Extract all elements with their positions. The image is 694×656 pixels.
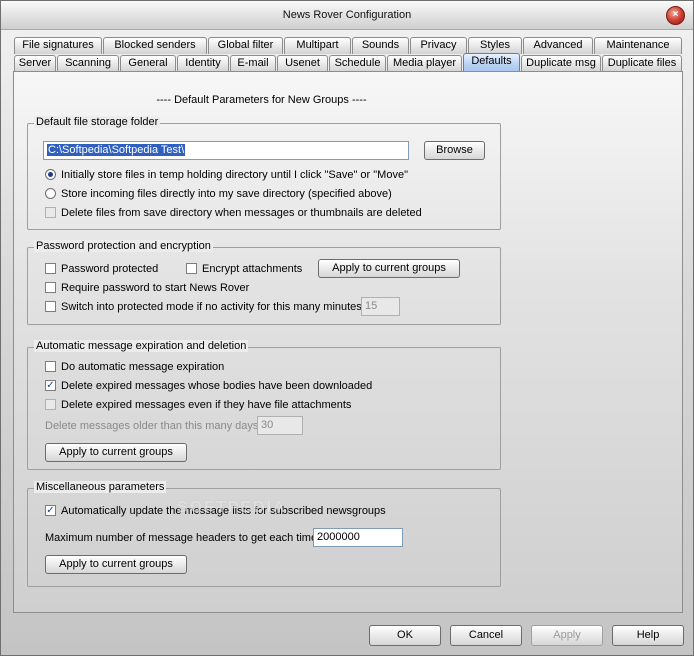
tab-identity[interactable]: Identity [177, 55, 229, 72]
browse-button[interactable]: Browse [424, 141, 485, 160]
older-than-row: Delete messages older than this many day… [45, 418, 265, 434]
tab-advanced[interactable]: Advanced [523, 37, 593, 54]
delete-attachments-label: Delete expired messages even if they hav… [61, 399, 352, 411]
password-group: Password protection and encryption Passw… [27, 240, 501, 325]
ok-button[interactable]: OK [369, 625, 441, 646]
title-bar: News Rover Configuration × [1, 1, 693, 30]
misc-apply-button[interactable]: Apply to current groups [45, 555, 187, 574]
switch-protected-option[interactable]: Switch into protected mode if no activit… [45, 299, 365, 315]
delete-attachments-option[interactable]: Delete expired messages even if they hav… [45, 397, 445, 413]
tab-sounds[interactable]: Sounds [352, 37, 409, 54]
max-headers-label: Maximum number of message headers to get… [45, 532, 321, 544]
auto-expire-checkbox[interactable] [45, 361, 56, 372]
storage-temp-option[interactable]: Initially store files in temp holding di… [45, 167, 485, 183]
switch-protected-checkbox[interactable] [45, 301, 56, 312]
auto-expire-option[interactable]: Do automatic message expiration [45, 359, 345, 375]
apply-button[interactable]: Apply [531, 625, 603, 646]
tab-defaults[interactable]: Defaults [463, 53, 520, 72]
storage-legend: Default file storage folder [34, 116, 161, 128]
tab-global-filter[interactable]: Global filter [208, 37, 283, 54]
auto-update-checkbox[interactable]: ✓ [45, 505, 56, 516]
max-headers-input[interactable]: 2000000 [313, 528, 403, 547]
password-protected-label: Password protected [61, 263, 159, 275]
tab-server[interactable]: Server [14, 55, 56, 72]
expiration-apply-button[interactable]: Apply to current groups [45, 443, 187, 462]
delete-attachments-checkbox[interactable] [45, 399, 56, 410]
days-input[interactable]: 30 [257, 416, 303, 435]
require-password-checkbox[interactable] [45, 282, 56, 293]
tab-duplicate-msg[interactable]: Duplicate msg [521, 55, 601, 72]
delete-expired-checkbox[interactable]: ✓ [45, 380, 56, 391]
direct-radio[interactable] [45, 188, 56, 199]
tab-schedule[interactable]: Schedule [329, 55, 386, 72]
tab-media-player[interactable]: Media player [387, 55, 462, 72]
tab-styles[interactable]: Styles [468, 37, 522, 54]
storage-delete-option[interactable]: Delete files from save directory when me… [45, 205, 485, 221]
close-icon[interactable]: × [666, 6, 685, 25]
encrypt-option[interactable]: Encrypt attachments [186, 261, 326, 277]
max-headers-row: Maximum number of message headers to get… [45, 530, 320, 546]
password-legend: Password protection and encryption [34, 240, 213, 252]
window-title: News Rover Configuration [282, 9, 412, 21]
tab-privacy[interactable]: Privacy [410, 37, 467, 54]
auto-expire-label: Do automatic message expiration [61, 361, 225, 373]
page-heading: ---- Default Parameters for New Groups -… [156, 94, 367, 106]
tab-multipart[interactable]: Multipart [284, 37, 351, 54]
delete-files-checkbox[interactable] [45, 207, 56, 218]
storage-direct-option[interactable]: Store incoming files directly into my sa… [45, 186, 485, 202]
tab-usenet[interactable]: Usenet [277, 55, 328, 72]
require-password-label: Require password to start News Rover [61, 282, 250, 294]
older-than-label: Delete messages older than this many day… [45, 420, 262, 432]
cancel-button[interactable]: Cancel [450, 625, 522, 646]
defaults-panel: ---- Default Parameters for New Groups -… [13, 71, 683, 613]
tab-blocked-senders[interactable]: Blocked senders [103, 37, 207, 54]
tab-maintenance[interactable]: Maintenance [594, 37, 682, 54]
password-protected-checkbox[interactable] [45, 263, 56, 274]
expiration-legend: Automatic message expiration and deletio… [34, 340, 249, 352]
help-button[interactable]: Help [612, 625, 684, 646]
config-window: News Rover Configuration × File signatur… [0, 0, 694, 656]
encrypt-checkbox[interactable] [186, 263, 197, 274]
expiration-group: Automatic message expiration and deletio… [27, 340, 501, 470]
tab-scanning[interactable]: Scanning [57, 55, 119, 72]
encrypt-label: Encrypt attachments [202, 263, 303, 275]
delete-expired-option[interactable]: ✓ Delete expired messages whose bodies h… [45, 378, 445, 394]
softpedia-watermark: SOFTPEDIA [177, 499, 287, 516]
temp-radio[interactable] [45, 169, 56, 180]
minutes-input[interactable]: 15 [361, 297, 400, 316]
temp-radio-label: Initially store files in temp holding di… [61, 169, 408, 181]
tab-general[interactable]: General [120, 55, 176, 72]
direct-radio-label: Store incoming files directly into my sa… [61, 188, 392, 200]
storage-folder-input[interactable]: C:\Softpedia\Softpedia Test\ [43, 141, 409, 160]
delete-files-label: Delete files from save directory when me… [61, 207, 422, 219]
tab-file-signatures[interactable]: File signatures [14, 37, 102, 54]
switch-protected-label: Switch into protected mode if no activit… [61, 301, 365, 313]
misc-legend: Miscellaneous parameters [34, 481, 167, 493]
tab-duplicate-files[interactable]: Duplicate files [602, 55, 682, 72]
delete-expired-label: Delete expired messages whose bodies hav… [61, 380, 373, 392]
storage-folder-value: C:\Softpedia\Softpedia Test\ [47, 144, 186, 156]
password-apply-button[interactable]: Apply to current groups [318, 259, 460, 278]
password-protected-option[interactable]: Password protected [45, 261, 185, 277]
require-password-option[interactable]: Require password to start News Rover [45, 280, 345, 296]
tab-e-mail[interactable]: E-mail [230, 55, 276, 72]
storage-group: Default file storage folder C:\Softpedia… [27, 116, 501, 230]
